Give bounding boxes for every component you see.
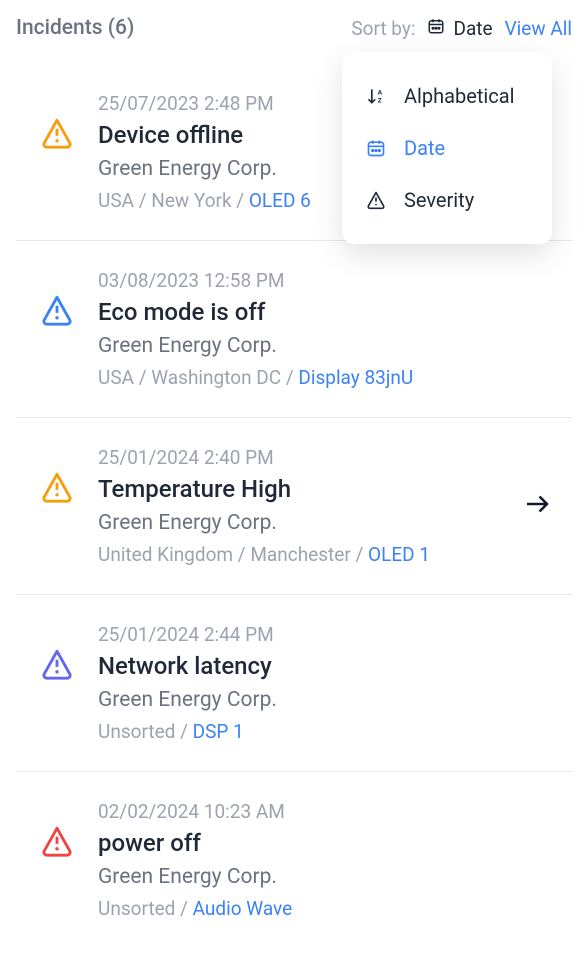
device-link[interactable]: Audio Wave — [193, 897, 293, 920]
incident-timestamp: 25/01/2024 2:40 PM — [98, 446, 560, 469]
device-link[interactable]: OLED 6 — [249, 189, 311, 212]
incident-company: Green Energy Corp. — [98, 688, 560, 712]
header-actions: Sort by: Date View All — [351, 17, 572, 40]
severity-icon — [40, 647, 74, 685]
incident-company: Green Energy Corp. — [98, 334, 560, 358]
sort-option-severity[interactable]: Severity — [342, 174, 552, 226]
dropdown-label: Alphabetical — [404, 84, 515, 108]
incident-content: 25/01/2024 2:40 PM Temperature High Gree… — [98, 446, 560, 566]
calendar-icon — [366, 138, 388, 158]
location-path: Unsorted / — [98, 897, 193, 920]
incident-row[interactable]: 25/01/2024 2:40 PM Temperature High Gree… — [16, 418, 572, 595]
location-path: United Kingdom / Manchester / — [98, 543, 368, 566]
incident-title: power off — [98, 829, 560, 857]
incident-row[interactable]: 03/08/2023 12:58 PM Eco mode is off Gree… — [16, 241, 572, 418]
incident-location: United Kingdom / Manchester / OLED 1 — [98, 543, 560, 566]
sort-by-label: Sort by: — [351, 17, 415, 40]
location-path: Unsorted / — [98, 720, 193, 743]
location-path: USA / New York / — [98, 189, 249, 212]
incident-title: Network latency — [98, 652, 560, 680]
sort-button[interactable]: Date — [427, 17, 492, 40]
sort-option-date[interactable]: Date — [342, 122, 552, 174]
incident-title: Temperature High — [98, 475, 560, 503]
location-path: USA / Washington DC / — [98, 366, 298, 389]
warning-icon — [366, 190, 388, 210]
incident-timestamp: 03/08/2023 12:58 PM — [98, 269, 560, 292]
svg-text:A: A — [378, 88, 383, 96]
severity-icon — [40, 293, 74, 331]
incident-row[interactable]: 02/02/2024 10:23 AM power off Green Ener… — [16, 772, 572, 948]
page-title: Incidents (6) — [16, 16, 134, 40]
incidents-header: Incidents (6) Sort by: Date View All — [16, 16, 572, 40]
sort-az-icon: AZ — [366, 86, 388, 106]
dropdown-label: Date — [404, 136, 445, 160]
sort-value: Date — [453, 17, 492, 40]
incident-location: Unsorted / Audio Wave — [98, 897, 560, 920]
severity-icon — [40, 470, 74, 508]
incident-company: Green Energy Corp. — [98, 511, 560, 535]
device-link[interactable]: DSP 1 — [193, 720, 244, 743]
device-link[interactable]: Display 83jnU — [298, 366, 413, 389]
sort-option-alphabetical[interactable]: AZ Alphabetical — [342, 70, 552, 122]
incident-content: 03/08/2023 12:58 PM Eco mode is off Gree… — [98, 269, 560, 389]
arrow-right-icon[interactable] — [522, 489, 552, 523]
incident-location: USA / Washington DC / Display 83jnU — [98, 366, 560, 389]
incident-content: 02/02/2024 10:23 AM power off Green Ener… — [98, 800, 560, 920]
view-all-link[interactable]: View All — [505, 17, 572, 40]
incident-row[interactable]: 25/01/2024 2:44 PM Network latency Green… — [16, 595, 572, 772]
incident-company: Green Energy Corp. — [98, 865, 560, 889]
device-link[interactable]: OLED 1 — [368, 543, 430, 566]
svg-text:Z: Z — [378, 97, 382, 105]
severity-icon — [40, 824, 74, 862]
calendar-icon — [427, 17, 445, 40]
incident-timestamp: 25/01/2024 2:44 PM — [98, 623, 560, 646]
incident-title: Eco mode is off — [98, 298, 560, 326]
sort-dropdown: AZ Alphabetical Date Severity — [342, 52, 552, 244]
severity-icon — [40, 116, 74, 154]
incident-timestamp: 02/02/2024 10:23 AM — [98, 800, 560, 823]
dropdown-label: Severity — [404, 188, 474, 212]
incident-location: Unsorted / DSP 1 — [98, 720, 560, 743]
incident-content: 25/01/2024 2:44 PM Network latency Green… — [98, 623, 560, 743]
